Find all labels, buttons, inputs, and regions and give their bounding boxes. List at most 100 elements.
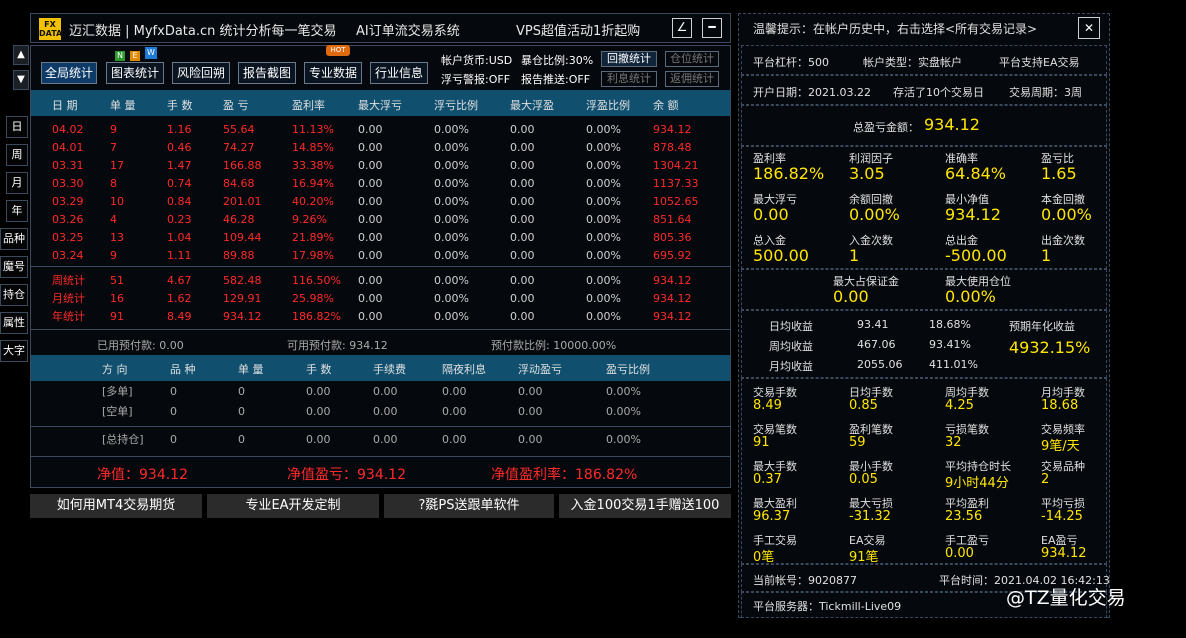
table-cell: 03.31: [52, 159, 84, 172]
new-badge-n: N: [115, 51, 125, 61]
trade-stat-value: 8.49: [753, 398, 782, 413]
trade-stat-value: 59: [849, 435, 866, 450]
table-cell: 1.16: [167, 123, 192, 136]
summary-cell: 934.12: [653, 292, 692, 305]
ai-link[interactable]: AI订单流交易系统: [356, 20, 460, 39]
table-cell: 805.36: [653, 231, 692, 244]
summary-cell: 51: [110, 274, 124, 287]
scroll-down-icon[interactable]: ▼: [13, 70, 29, 90]
open-date: 开户日期：2021.03.22: [753, 86, 871, 99]
app-title: 迈汇数据 | MyfxData.cn 统计分析每一笔交易: [69, 24, 337, 39]
column-header[interactable]: 手 数: [167, 97, 193, 113]
vps-copy-button[interactable]: ?毲PS送跟单软件: [384, 494, 554, 518]
income-label: 月均收益: [769, 360, 813, 373]
ea-support: 平台支持EA交易: [999, 56, 1080, 69]
column-header[interactable]: 余 额: [653, 97, 679, 113]
trade-stat-value: 4.25: [945, 398, 974, 413]
table-cell: 1052.65: [653, 195, 699, 208]
position-column-header: 单 量: [238, 363, 264, 376]
table-cell: 0.00%: [434, 195, 469, 208]
total-pl-label: 总盈亏金额：: [853, 121, 919, 134]
table-cell: 89.88: [223, 249, 255, 262]
summary-cell: 0.00%: [434, 274, 469, 287]
tab-symbol[interactable]: 品种: [0, 228, 28, 250]
summary-cell: 年统计: [52, 310, 85, 323]
drawdown-stats-button[interactable]: 回撤统计: [601, 51, 657, 67]
risk-review-button[interactable]: 风险回朔: [172, 62, 230, 84]
scroll-up-icon[interactable]: ▲: [13, 45, 29, 65]
tab-position[interactable]: 持仓: [0, 284, 28, 306]
tab-month[interactable]: 月: [6, 172, 28, 194]
column-header[interactable]: 盈利率: [292, 97, 325, 113]
tab-magic[interactable]: 魔号: [0, 256, 28, 278]
vps-link[interactable]: VPS超值活动1折起购: [516, 20, 640, 39]
rebate-stats-button[interactable]: 返佣统计: [665, 71, 719, 87]
stat-value: 0.00%: [849, 205, 900, 224]
report-screenshot-button[interactable]: 报告截图: [238, 62, 296, 84]
available-margin: 可用预付款: 934.12: [287, 339, 388, 352]
column-header[interactable]: 浮亏比例: [434, 97, 478, 113]
position-column-header: 隔夜利息: [442, 363, 486, 376]
trade-stat-value: 0.37: [753, 472, 782, 487]
summary-cell: 0.00: [510, 274, 535, 287]
new-badge-w: W: [145, 47, 157, 59]
column-header[interactable]: 最大浮盈: [510, 97, 554, 113]
edit-icon[interactable]: ∠: [672, 18, 692, 38]
table-cell: 0.00: [510, 177, 535, 190]
table-cell: 0.00%: [434, 249, 469, 262]
table-cell: 8: [110, 177, 117, 190]
summary-cell: 0.00: [510, 292, 535, 305]
income-label: 日均收益: [769, 320, 813, 333]
mt4-futures-button[interactable]: 如何用MT4交易期货: [30, 494, 202, 518]
column-header[interactable]: 单 量: [110, 97, 136, 113]
global-stats-button[interactable]: 全局统计: [41, 62, 97, 84]
table-cell: 1304.21: [653, 159, 699, 172]
table-cell: 1137.33: [653, 177, 699, 190]
column-header[interactable]: 盈 亏: [223, 97, 249, 113]
minimize-icon[interactable]: ━: [702, 18, 722, 38]
position-cell: 0: [238, 385, 245, 398]
ea-custom-button[interactable]: 专业EA开发定制: [207, 494, 379, 518]
tab-property[interactable]: 属性: [0, 312, 28, 334]
position-column-header: 盈亏比例: [606, 363, 650, 376]
trade-stat-value: 934.12: [1041, 546, 1087, 561]
total-position-cell: 0: [238, 433, 245, 446]
table-cell: 0.00: [510, 213, 535, 226]
summary-cell: 8.49: [167, 310, 192, 323]
table-cell: 0.00: [510, 141, 535, 154]
column-header[interactable]: 最大浮亏: [358, 97, 402, 113]
position-cell: [空单]: [102, 405, 133, 418]
table-cell: 0.00: [510, 249, 535, 262]
column-header[interactable]: 浮盈比例: [586, 97, 630, 113]
summary-cell: 0.00%: [586, 310, 621, 323]
pro-data-button[interactable]: 专业数据: [304, 62, 362, 84]
summary-cell: 0.00%: [434, 292, 469, 305]
table-cell: 16.94%: [292, 177, 334, 190]
trade-stat-value: 32: [945, 435, 962, 450]
tab-year[interactable]: 年: [6, 200, 28, 222]
tab-day[interactable]: 日: [6, 116, 28, 138]
stat-value: 186.82%: [753, 164, 825, 183]
close-icon[interactable]: ✕: [1078, 17, 1100, 39]
position-cell: 0.00%: [606, 405, 641, 418]
position-stats-button[interactable]: 仓位统计: [665, 51, 719, 67]
interest-stats-button[interactable]: 利息统计: [601, 71, 657, 87]
table-cell: 0.00: [510, 123, 535, 136]
summary-cell: 0.00: [510, 310, 535, 323]
position-cell: 0: [238, 405, 245, 418]
table-cell: 0.00%: [586, 141, 621, 154]
table-cell: 04.02: [52, 123, 84, 136]
deposit-bonus-button[interactable]: 入金100交易1手赠送100: [559, 494, 731, 518]
tab-week[interactable]: 周: [6, 144, 28, 166]
summary-cell: 0.00: [358, 274, 383, 287]
table-cell: 7: [110, 141, 117, 154]
stat-value: 1.65: [1041, 164, 1077, 183]
margin-call-ratio: 暴仓比例:30%: [521, 54, 594, 67]
income-amount: 2055.06: [857, 358, 903, 371]
industry-info-button[interactable]: 行业信息: [370, 62, 428, 84]
chart-stats-button[interactable]: 图表统计: [106, 62, 164, 84]
tab-large-font[interactable]: 大字: [0, 340, 28, 362]
divider: [31, 426, 730, 427]
column-header[interactable]: 日 期: [52, 97, 78, 113]
table-cell: 0.00: [358, 177, 383, 190]
